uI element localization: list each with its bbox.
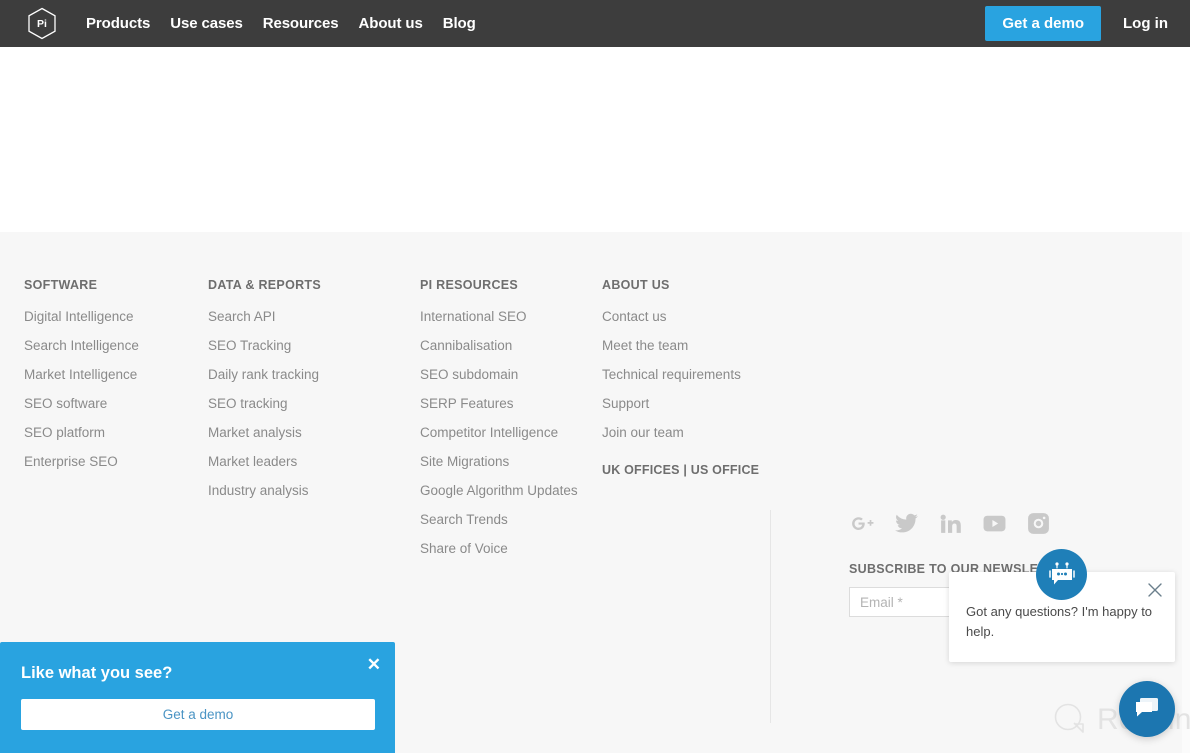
footer-link-industry-analysis[interactable]: Industry analysis <box>208 483 420 498</box>
social-links <box>849 510 1051 536</box>
nav-item-about-us[interactable]: About us <box>359 15 423 32</box>
demo-popup-close-icon[interactable]: ✕ <box>367 656 381 673</box>
demo-popup: Like what you see? ✕ Get a demo <box>0 642 395 753</box>
footer-link-serp-features[interactable]: SERP Features <box>420 396 602 411</box>
demo-popup-title: Like what you see? <box>21 664 173 682</box>
footer-link-join-our-team[interactable]: Join our team <box>602 425 772 440</box>
footer-link-cannibalisation[interactable]: Cannibalisation <box>420 338 602 353</box>
footer-link-share-of-voice[interactable]: Share of Voice <box>420 541 602 556</box>
nav-item-use-cases[interactable]: Use cases <box>170 15 243 32</box>
footer-link-support[interactable]: Support <box>602 396 772 411</box>
footer-right-edge <box>1182 232 1190 753</box>
youtube-icon[interactable] <box>981 510 1007 536</box>
nav-item-blog[interactable]: Blog <box>443 15 476 32</box>
footer-column-title: SOFTWARE <box>24 278 98 292</box>
footer-link-market-intelligence[interactable]: Market Intelligence <box>24 367 208 382</box>
get-a-demo-button[interactable]: Get a demo <box>985 6 1101 41</box>
footer-link-seo-software[interactable]: SEO software <box>24 396 208 411</box>
page-root: Pi Products Use cases Resources About us… <box>0 0 1190 753</box>
footer-link-search-trends[interactable]: Search Trends <box>420 512 602 527</box>
footer-column-title: DATA & REPORTS <box>208 278 321 292</box>
footer-link-daily-rank-tracking[interactable]: Daily rank tracking <box>208 367 420 382</box>
linkedin-icon[interactable] <box>937 510 963 536</box>
footer-column-software: SOFTWARE Digital Intelligence Search Int… <box>24 278 208 570</box>
chat-close-icon[interactable] <box>1147 582 1163 598</box>
site-logo[interactable]: Pi <box>26 7 57 41</box>
chat-greeting-message: Got any questions? I'm happy to help. <box>966 604 1153 640</box>
footer-link-seo-subdomain[interactable]: SEO subdomain <box>420 367 602 382</box>
footer-column-title: PI RESOURCES <box>420 278 519 292</box>
instagram-icon[interactable] <box>1025 510 1051 536</box>
footer-column-about-us: ABOUT US Contact us Meet the team Techni… <box>602 278 772 570</box>
footer-link-digital-intelligence[interactable]: Digital Intelligence <box>24 309 208 324</box>
chat-launcher-button[interactable] <box>1119 681 1175 737</box>
header-actions: Get a demo Log in <box>985 0 1168 47</box>
page-content-area <box>0 47 1190 232</box>
footer-link-search-api[interactable]: Search API <box>208 309 420 324</box>
footer-column-title: ABOUT US <box>602 278 670 292</box>
chat-robot-avatar[interactable] <box>1036 549 1087 600</box>
footer-link-contact-us[interactable]: Contact us <box>602 309 772 324</box>
footer-column-data-reports: DATA & REPORTS Search API SEO Tracking D… <box>208 278 420 570</box>
footer-link-enterprise-seo[interactable]: Enterprise SEO <box>24 454 208 469</box>
footer-link-seo-tracking-upper[interactable]: SEO Tracking <box>208 338 420 353</box>
robot-icon <box>1048 561 1075 584</box>
footer-link-google-algorithm-updates[interactable]: Google Algorithm Updates <box>420 483 602 498</box>
chat-icon <box>1136 698 1158 717</box>
footer-link-international-seo[interactable]: International SEO <box>420 309 602 324</box>
nav-item-resources[interactable]: Resources <box>263 15 339 32</box>
nav-item-products[interactable]: Products <box>86 15 150 32</box>
log-in-link[interactable]: Log in <box>1123 15 1168 32</box>
footer-link-seo-platform[interactable]: SEO platform <box>24 425 208 440</box>
footer-column-pi-resources: PI RESOURCES International SEO Cannibali… <box>420 278 602 570</box>
logo-hexagon-icon: Pi <box>27 7 56 40</box>
demo-popup-cta-button[interactable]: Get a demo <box>21 699 375 730</box>
footer-link-technical-requirements[interactable]: Technical requirements <box>602 367 772 382</box>
site-header: Pi Products Use cases Resources About us… <box>0 0 1190 47</box>
svg-text:Pi: Pi <box>37 18 47 30</box>
twitter-icon[interactable] <box>893 510 919 536</box>
footer-link-seo-tracking[interactable]: SEO tracking <box>208 396 420 411</box>
footer-link-columns: SOFTWARE Digital Intelligence Search Int… <box>24 278 772 570</box>
footer-link-competitor-intelligence[interactable]: Competitor Intelligence <box>420 425 602 440</box>
footer-link-meet-the-team[interactable]: Meet the team <box>602 338 772 353</box>
main-navigation: Products Use cases Resources About us Bl… <box>86 15 476 32</box>
footer-link-search-intelligence[interactable]: Search Intelligence <box>24 338 208 353</box>
footer-vertical-divider <box>770 510 771 723</box>
footer-link-site-migrations[interactable]: Site Migrations <box>420 454 602 469</box>
footer-link-market-leaders[interactable]: Market leaders <box>208 454 420 469</box>
footer-offices-link[interactable]: UK OFFICES | US OFFICE <box>602 463 772 477</box>
footer-link-market-analysis[interactable]: Market analysis <box>208 425 420 440</box>
google-plus-icon[interactable] <box>849 510 875 536</box>
